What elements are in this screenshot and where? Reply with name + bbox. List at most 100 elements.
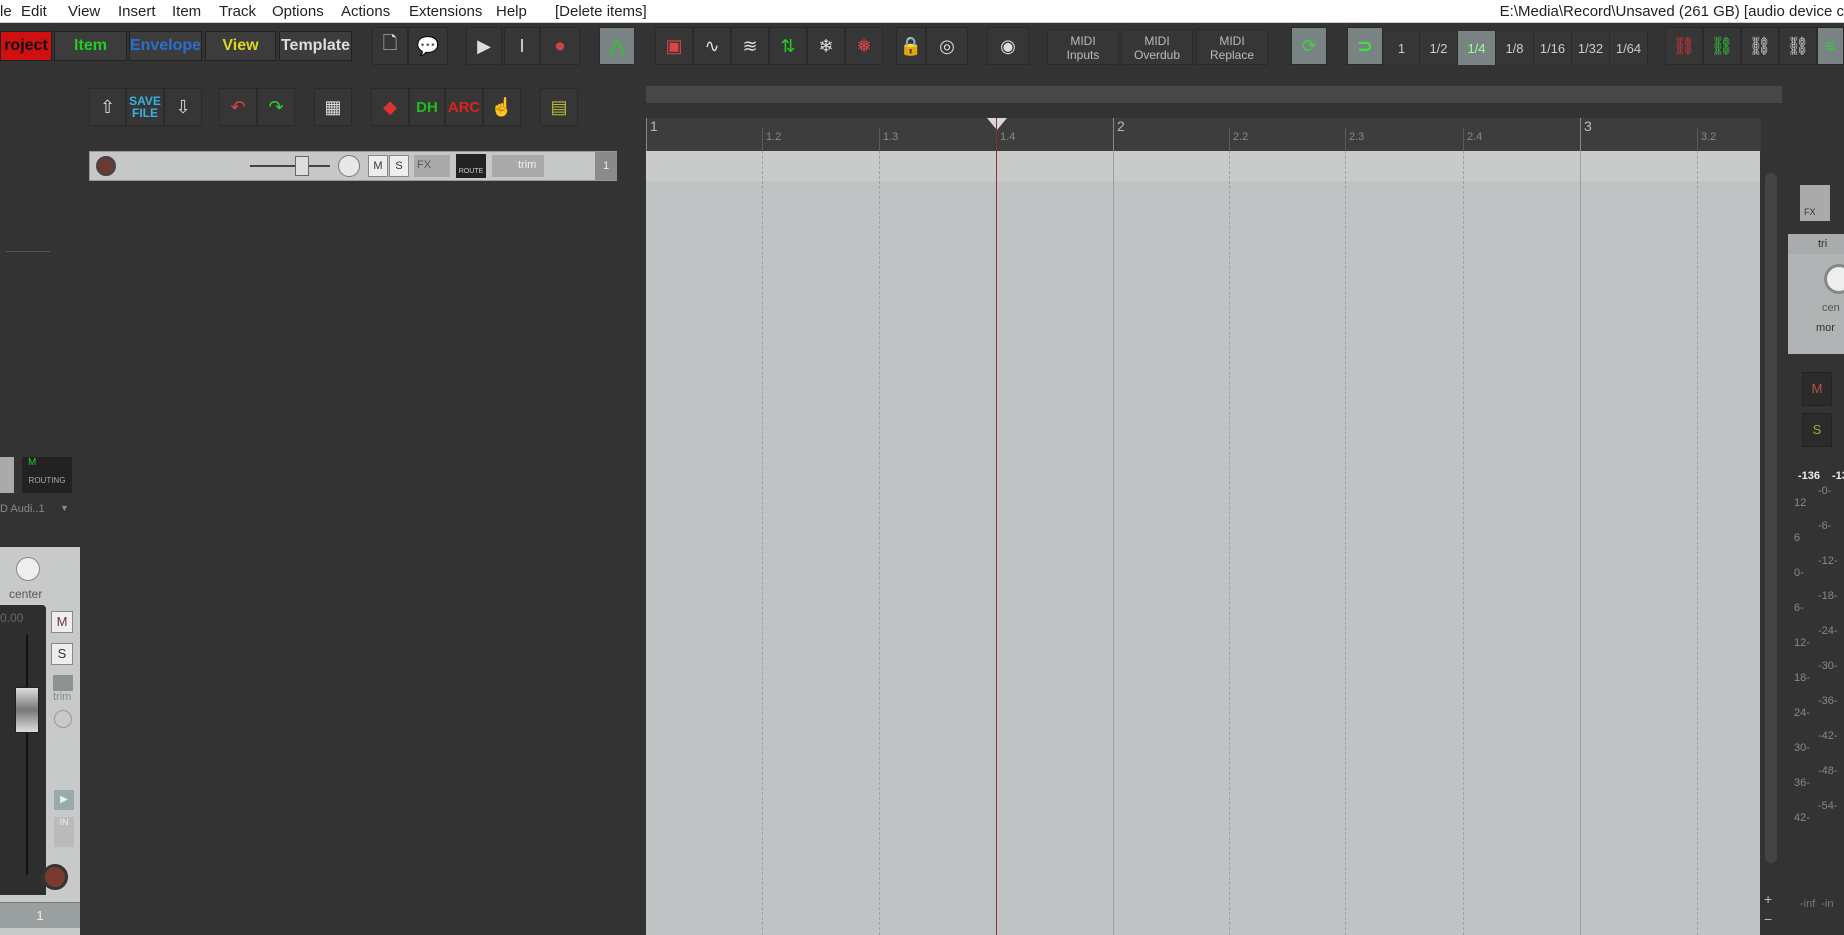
redo-icon[interactable]: ↷ (257, 88, 295, 126)
vertical-scrollbar[interactable]: + − (1760, 151, 1782, 935)
fx-button[interactable]: FX (1800, 185, 1830, 221)
mute-button[interactable]: M (51, 611, 73, 633)
link-remove-icon[interactable]: ⛓ (1779, 27, 1817, 65)
mute-button[interactable]: M (1802, 372, 1832, 406)
zoom-in-icon[interactable]: + (1764, 891, 1772, 907)
play-icon[interactable]: ▶ (54, 790, 74, 810)
save-file-button[interactable]: SAVE FILE (126, 88, 164, 126)
mute-button[interactable]: M (368, 155, 388, 177)
grid-1-64[interactable]: 1/64 (1610, 31, 1648, 65)
phase-icon[interactable] (54, 710, 72, 728)
menu-file[interactable]: le (0, 3, 12, 20)
volume-slider-handle[interactable] (295, 156, 309, 176)
trim-envelope-button[interactable]: trim (492, 155, 544, 177)
grid-select-icon[interactable]: ▦ (314, 88, 352, 126)
trim-envelope-button[interactable]: tri (1788, 234, 1844, 254)
grid-1[interactable]: 1 (1384, 31, 1420, 65)
midi-replace-button[interactable]: MIDI Replace (1196, 29, 1268, 65)
pan-knob[interactable] (1824, 264, 1844, 294)
menu-insert[interactable]: Insert (118, 3, 156, 20)
link-green-icon[interactable]: ⛓ (1703, 27, 1741, 65)
freeze-icon[interactable]: ❄ (807, 27, 845, 65)
comment-icon[interactable]: 💬 (408, 27, 448, 65)
routing-button[interactable]: M ROUTING (22, 457, 72, 493)
menu-extensions[interactable]: Extensions (409, 3, 482, 20)
metronome-icon[interactable]: ⋀ (599, 27, 635, 65)
tab-envelope[interactable]: Envelope (129, 31, 202, 61)
render-icon[interactable]: ∿ (693, 27, 731, 65)
timeline-ruler[interactable]: 1 1.2 1.3 1.4 2 2.2 2.3 2.4 3 3.2 (646, 118, 1761, 151)
pan-knob[interactable] (16, 557, 40, 581)
unlink-red-icon[interactable]: ⛓ (1665, 27, 1703, 65)
tab-template[interactable]: Template (279, 31, 352, 61)
grid-1-4[interactable]: 1/4 (1458, 31, 1496, 65)
tab-view[interactable]: View (205, 31, 276, 61)
fader-track[interactable] (26, 635, 28, 875)
stack-icon[interactable]: ≡ (1817, 27, 1844, 65)
stretch-icon[interactable]: ⇅ (769, 27, 807, 65)
lock-icon[interactable]: 🔒 (896, 27, 926, 65)
menu-help[interactable]: Help (496, 3, 527, 20)
upload-icon[interactable]: ⇧ (89, 88, 126, 126)
menu-actions[interactable]: Actions (341, 3, 390, 20)
solo-button[interactable]: S (1802, 413, 1832, 447)
undo-icon[interactable]: ↶ (219, 88, 257, 126)
meter-scale-label: 36- (1794, 777, 1810, 789)
snap-magnet-icon[interactable]: ⊃ (1347, 27, 1383, 65)
input-monitor-button[interactable]: IN (54, 817, 74, 847)
fx-button[interactable]: FX (414, 155, 450, 177)
zoom-out-icon[interactable]: − (1764, 911, 1772, 927)
midi-inputs-button[interactable]: MIDI Inputs (1047, 29, 1119, 65)
record-arm-button[interactable] (42, 864, 68, 890)
record-arm-icon[interactable]: ⏺ (540, 27, 580, 65)
master-knob-icon[interactable]: ◉ (987, 27, 1029, 65)
arrange-view[interactable]: 1 1.2 1.3 1.4 2 2.2 2.3 2.4 3 3.2 + − (646, 86, 1782, 935)
track-control-panel[interactable]: M S FX ROUTE trim 1 (89, 151, 617, 181)
record-arm-button[interactable] (96, 156, 116, 176)
render-multi-icon[interactable]: ≋ (731, 27, 769, 65)
project-info-icon[interactable]: 🗋 (372, 27, 408, 65)
chevron-down-icon[interactable]: ▼ (60, 503, 69, 513)
menu-track[interactable]: Track (219, 3, 256, 20)
dh-button[interactable]: DH (409, 88, 445, 126)
unfreeze-icon[interactable]: ❅ (845, 27, 883, 65)
grid-1-16[interactable]: 1/16 (1534, 31, 1572, 65)
mono-button[interactable]: mor (1816, 322, 1835, 334)
hand-pointer-icon[interactable]: ☝ (483, 88, 521, 126)
grid-1-32[interactable]: 1/32 (1572, 31, 1610, 65)
ruler-beat-label: 3.2 (1701, 131, 1717, 143)
track-lanes[interactable] (646, 151, 1761, 935)
download-icon[interactable]: ⇩ (164, 88, 202, 126)
text-cursor-icon[interactable]: I (504, 27, 540, 65)
tab-project[interactable]: roject (0, 31, 52, 61)
fader-handle[interactable] (15, 687, 39, 733)
edit-cursor-marker[interactable] (987, 118, 1007, 130)
menu-item[interactable]: Item (172, 3, 201, 20)
grid-1-8[interactable]: 1/8 (1496, 31, 1534, 65)
horizontal-scrollbar[interactable] (646, 86, 1782, 103)
scrollbar-thumb[interactable] (1765, 173, 1777, 863)
midi-overdub-button[interactable]: MIDI Overdub (1121, 29, 1193, 65)
volume-slider[interactable] (250, 165, 330, 167)
solo-button[interactable]: S (389, 155, 409, 177)
play-icon[interactable]: ▶ (466, 27, 502, 65)
pan-knob[interactable] (338, 155, 360, 177)
envelope-icon[interactable] (53, 675, 73, 691)
solo-button[interactable]: S (51, 643, 73, 665)
link-add-icon[interactable]: ⛓ (1741, 27, 1779, 65)
menu-view[interactable]: View (68, 3, 100, 20)
lock-settings-icon[interactable]: ◎ (926, 27, 968, 65)
grid-1-2[interactable]: 1/2 (1420, 31, 1458, 65)
input-device-select[interactable]: D Audi..1 (0, 503, 45, 515)
glue-icon[interactable]: ▣ (655, 27, 693, 65)
fx-power-button[interactable] (0, 457, 14, 493)
arc-button[interactable]: ARC (445, 88, 483, 126)
menu-edit[interactable]: Edit (21, 3, 47, 20)
loop-lock-icon[interactable]: ⟳ (1291, 27, 1327, 65)
route-button[interactable]: ROUTE (456, 154, 486, 178)
eraser-icon[interactable]: ◆ (371, 88, 409, 126)
menu-options[interactable]: Options (272, 3, 324, 20)
tab-item[interactable]: Item (54, 31, 127, 61)
sws-icon[interactable]: ▤ (540, 88, 578, 126)
track-lane[interactable] (646, 151, 1761, 181)
